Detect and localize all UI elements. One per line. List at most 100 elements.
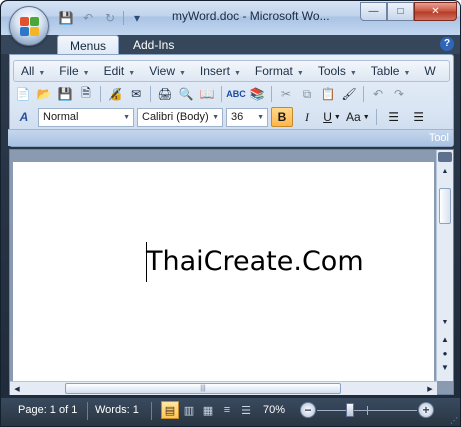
word-count[interactable]: Words: 1 (95, 404, 139, 416)
help-icon[interactable]: ? (440, 37, 454, 51)
italic-button[interactable]: I (296, 107, 318, 127)
document-text[interactable]: ThaiCreate.Com (146, 246, 364, 277)
outline-icon[interactable]: ≡ (218, 401, 236, 419)
chevron-down-icon: ▼ (257, 113, 264, 121)
customize-qat-icon[interactable]: ▾ (128, 9, 146, 27)
underline-button[interactable]: U ▼ (321, 107, 343, 127)
maximize-button[interactable]: □ (387, 2, 414, 21)
scroll-left-icon[interactable]: ◀ (10, 382, 24, 395)
bold-button[interactable]: B (271, 107, 293, 127)
style-value: Normal (43, 111, 79, 123)
align-left-icon[interactable]: ☰ (383, 107, 405, 127)
tab-menus[interactable]: Menus (57, 35, 120, 54)
draft-icon[interactable]: ☰ (237, 401, 255, 419)
font-size-select[interactable]: 36 ▼ (226, 107, 268, 127)
scroll-right-icon[interactable]: ▶ (423, 382, 437, 395)
close-button[interactable]: ✕ (414, 2, 457, 21)
chevron-down-icon: ▼ (296, 70, 304, 77)
chevron-down-icon: ▼ (333, 113, 341, 121)
scroll-up-icon[interactable]: ▲ (438, 165, 452, 178)
format-painter-icon[interactable]: 🖌 (339, 84, 359, 104)
status-bar: Page: 1 of 1 Words: 1 ▤ ▥ ▦ ≡ ☰ 70% − + … (1, 398, 460, 426)
menu-insert-label: Insert (199, 64, 230, 78)
zoom-level[interactable]: 70% (263, 404, 285, 416)
print-layout-icon[interactable]: ▤ (161, 401, 179, 419)
menu-file[interactable]: File ▼ (52, 64, 96, 78)
cut-icon[interactable]: ✂ (276, 84, 296, 104)
ribbon-group-label: Tool (8, 129, 453, 146)
zoom-out-icon[interactable]: − (300, 402, 316, 418)
email-icon[interactable]: ✉ (126, 84, 146, 104)
zoom-slider-thumb[interactable] (346, 403, 355, 417)
quick-access-toolbar: 💾 ↶ ↻ ▾ (57, 8, 146, 28)
research-icon[interactable]: 📖 (197, 84, 217, 104)
minimize-button[interactable]: — (360, 2, 387, 21)
menu-table[interactable]: Table ▼ (364, 64, 418, 78)
toolbar-divider (100, 86, 101, 102)
style-select[interactable]: Normal ▼ (38, 107, 134, 127)
font-select[interactable]: Calibri (Body) ▼ (137, 107, 223, 127)
office-logo-icon (20, 17, 40, 37)
open-folder-icon[interactable]: 📂 (34, 84, 54, 104)
menu-edit[interactable]: Edit ▼ (97, 64, 143, 78)
save-as-icon[interactable]: 🗎 (76, 84, 96, 104)
chevron-down-icon: ▼ (178, 70, 186, 77)
copy-icon[interactable]: ⧉ (297, 84, 317, 104)
permission-icon[interactable]: 🔏 (105, 84, 125, 104)
split-handle[interactable] (438, 152, 452, 162)
print-icon[interactable]: 🖨 (155, 84, 175, 104)
horizontal-scroll-thumb[interactable]: ||| (65, 383, 341, 394)
menu-tools[interactable]: Tools ▼ (311, 64, 364, 78)
web-layout-icon[interactable]: ▦ (199, 401, 217, 419)
scroll-down-icon[interactable]: ▼ (438, 316, 452, 329)
menu-view-label: View (149, 64, 175, 78)
font-value: Calibri (Body) (142, 111, 209, 123)
window-controls: — □ ✕ (360, 2, 457, 21)
resize-grip-icon[interactable]: ⋰ (450, 416, 460, 426)
new-document-icon[interactable]: 📄 (13, 84, 33, 104)
chevron-down-icon: ▼ (362, 113, 370, 121)
full-screen-reading-icon[interactable]: ▥ (180, 401, 198, 419)
menu-format[interactable]: Format ▼ (248, 64, 311, 78)
document-page[interactable]: ThaiCreate.Com (13, 162, 434, 382)
undo-icon[interactable]: ↶ (368, 84, 388, 104)
menu-all[interactable]: All ▼ (14, 64, 52, 78)
undo-icon[interactable]: ↶ (79, 9, 97, 27)
toolbar-group-label: Tool (428, 132, 449, 144)
save-icon[interactable]: 💾 (57, 9, 75, 27)
select-browse-object-icon[interactable]: ● (438, 346, 452, 360)
chevron-down-icon: ▼ (123, 113, 130, 121)
status-divider (87, 402, 88, 420)
align-center-icon[interactable]: ☰ (408, 107, 430, 127)
tab-add-ins[interactable]: Add-Ins (121, 35, 186, 54)
chevron-down-icon: ▼ (128, 70, 136, 77)
styles-icon[interactable]: A (13, 107, 35, 127)
change-case-button[interactable]: Aa ▼ (346, 107, 370, 127)
horizontal-scrollbar[interactable]: ◀ ||| ▶ (10, 381, 437, 395)
menu-tools-label: Tools (317, 64, 346, 78)
redo-icon[interactable]: ↷ (389, 84, 409, 104)
menu-edit-label: Edit (103, 64, 125, 78)
vertical-scroll-thumb[interactable] (439, 188, 451, 224)
print-preview-icon[interactable]: 🔍 (176, 84, 196, 104)
menu-window[interactable]: W (417, 64, 442, 78)
menu-view[interactable]: View ▼ (142, 64, 193, 78)
page-count[interactable]: Page: 1 of 1 (18, 404, 77, 416)
next-page-icon[interactable]: ▼ (438, 360, 452, 374)
thesaurus-icon[interactable]: 📚 (247, 84, 267, 104)
chevron-down-icon: ▼ (349, 70, 357, 77)
save-icon[interactable]: 💾 (55, 84, 75, 104)
classic-menu-bar: All ▼ File ▼ Edit ▼ View ▼ Insert ▼ Format ▼ T… (13, 60, 450, 82)
spelling-icon[interactable]: ABC (226, 84, 246, 104)
ribbon-tab-strip: Menus Add-Ins (1, 35, 460, 54)
vertical-scrollbar[interactable]: ▲ ▼ ▲ ● ▼ (436, 150, 453, 381)
redo-icon[interactable]: ↻ (101, 9, 119, 27)
previous-page-icon[interactable]: ▲ (438, 332, 452, 346)
toolbar-divider (375, 109, 377, 125)
zoom-in-icon[interactable]: + (418, 402, 434, 418)
menu-all-label: All (21, 64, 35, 78)
menu-insert[interactable]: Insert ▼ (193, 64, 248, 78)
paste-icon[interactable]: 📋 (318, 84, 338, 104)
office-button[interactable] (9, 6, 49, 46)
ribbon: All ▼ File ▼ Edit ▼ View ▼ Insert ▼ Format ▼ T… (8, 54, 454, 147)
